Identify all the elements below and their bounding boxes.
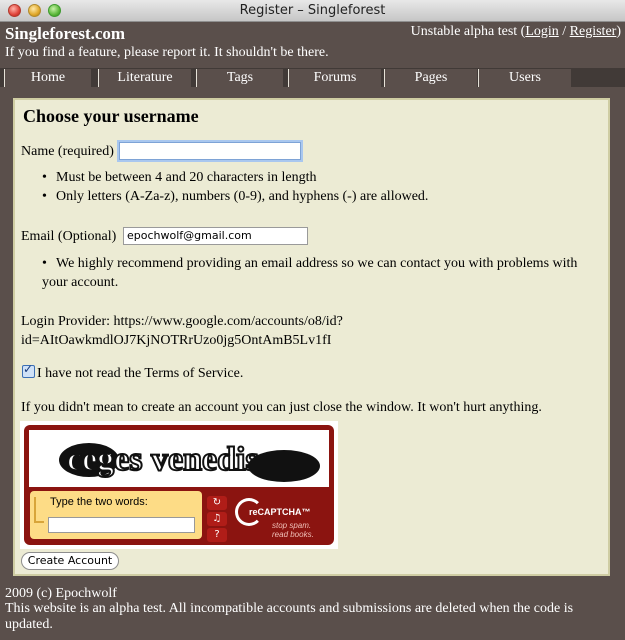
register-form-panel: Choose your username Name (required) Mus… [13,98,610,576]
tos-checkbox[interactable] [22,362,35,378]
email-note-cont: your account. [42,275,119,290]
arrow-icon [34,497,44,523]
login-link[interactable]: Login [525,24,558,39]
recaptcha-slogan-line1: stop spam. [272,521,312,530]
page-title: Choose your username [23,106,199,126]
recaptcha-slogan-line2: read books. [272,530,314,539]
site-header: Singleforest.com If you find a feature, … [0,22,625,70]
name-rule-chars: Only letters (A-Za-z), numbers (0-9), an… [42,189,428,205]
site-footer: 2009 (c) Epochwolf This website is an al… [0,584,625,640]
recaptcha-frame: ceges venedis Type the two words: ↻ ♫ ? … [24,425,334,545]
login-provider-line2: id=AItOawkmdlOJ7KjNOTRrUzo0jg5OntAmB5Lv1… [21,333,332,348]
content-area: Choose your username Name (required) Mus… [0,87,625,577]
site-tagline: If you find a feature, please report it.… [5,45,329,60]
footer-notice: This website is an alpha test. All incom… [5,601,574,616]
status-suffix: ) [616,24,621,39]
recaptcha-widget: ceges venedis Type the two words: ↻ ♫ ? … [20,421,338,549]
name-rule-length: Must be between 4 and 20 characters in l… [42,170,317,186]
recaptcha-brand: reCAPTCHA™ [249,507,311,517]
window-title: Register – Singleforest [239,3,386,18]
register-link[interactable]: Register [570,24,617,39]
close-window-note: If you didn't mean to create an account … [21,400,542,415]
footer-notice-cont: updated. [5,617,53,632]
site-title[interactable]: Singleforest.com [5,24,125,44]
tab-tags[interactable]: Tags [196,69,283,87]
tab-pages[interactable]: Pages [384,69,477,87]
captcha-words-image: ceges venedis [59,440,320,482]
name-label: Name (required) [21,144,114,159]
email-label: Email (Optional) [21,229,117,244]
captcha-word-1: ceges venedis [67,441,259,478]
link-separator: / [558,24,570,39]
tab-literature[interactable]: Literature [98,69,191,87]
tab-users[interactable]: Users [478,69,571,87]
window-titlebar: Register – Singleforest [0,0,625,22]
name-input[interactable] [119,142,301,160]
captcha-answer-box: Type the two words: [30,491,202,539]
recaptcha-slogan: stop spam. read books. [272,521,314,539]
footer-copyright: 2009 (c) Epochwolf [5,586,117,601]
nav-tabs: Home Literature Tags Forums Pages Users [0,68,625,87]
status-prefix: Unstable alpha test ( [410,24,526,39]
captcha-input[interactable] [48,517,195,533]
create-account-button[interactable]: Create Account [21,552,119,570]
login-provider-line1: Login Provider: https://www.google.com/a… [21,314,343,329]
email-input[interactable]: epochwolf@gmail.com [123,227,308,245]
account-links: Unstable alpha test (Login / Register) [411,24,621,40]
captcha-image: ceges venedis [29,430,329,487]
tab-forums[interactable]: Forums [288,69,381,87]
captcha-prompt: Type the two words: [50,496,148,508]
help-icon[interactable]: ? [207,528,227,542]
reload-captcha-icon[interactable]: ↻ [207,496,227,510]
audio-captcha-icon[interactable]: ♫ [207,512,227,526]
email-note: We highly recommend providing an email a… [42,256,577,272]
tos-label: I have not read the Terms of Service. [37,366,244,381]
tab-home[interactable]: Home [4,69,91,87]
